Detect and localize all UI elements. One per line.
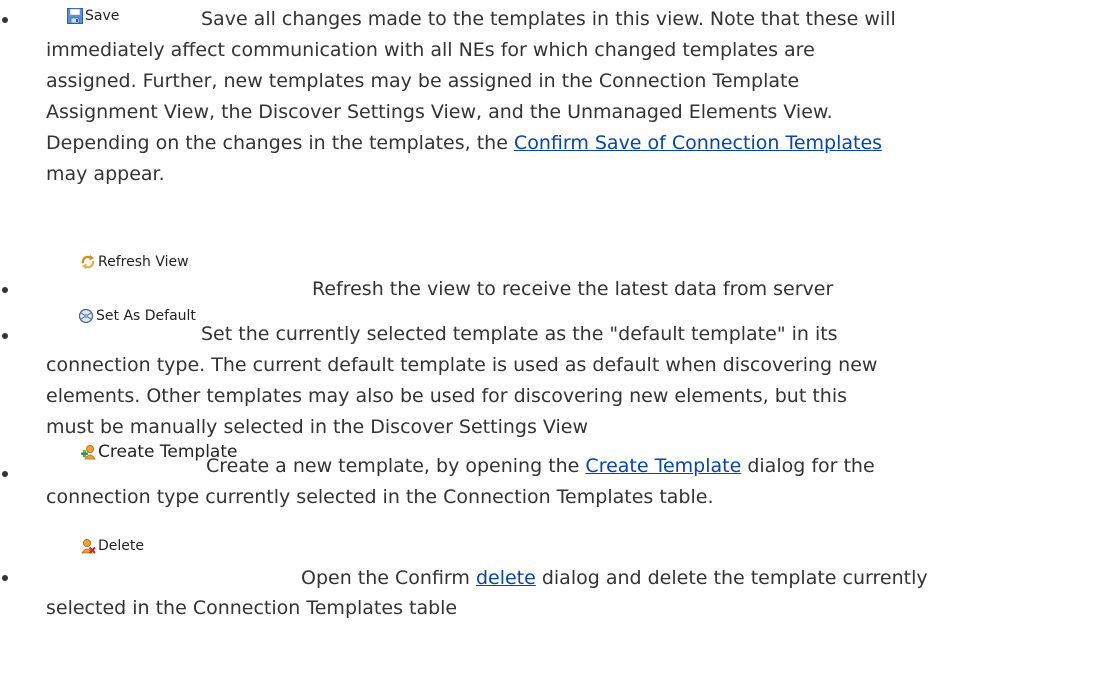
text-line: Depending on the changes in the template… — [46, 128, 1106, 159]
refresh-tool: Refresh View — [80, 252, 189, 272]
refresh-description: Refresh the view to receive the latest d… — [312, 278, 834, 300]
bullet — [2, 333, 8, 339]
text-span: dialog and delete the template currently — [535, 567, 928, 589]
delete-template-icon — [81, 539, 96, 554]
bullet — [2, 575, 8, 581]
set-default-label: Set As Default — [96, 308, 196, 324]
set-default-tool: Set As Default — [78, 306, 196, 326]
delete-description-rest: selected in the Connection Templates tab… — [46, 593, 1106, 624]
text-span: Create a new template, by opening the — [206, 455, 586, 477]
create-template-description-first-line: Create a new template, by opening the Cr… — [206, 451, 875, 482]
refresh-label: Refresh View — [98, 254, 189, 270]
refresh-arrows-icon — [81, 255, 95, 269]
bullet — [2, 287, 8, 293]
text-line: immediately affect communication with al… — [46, 39, 815, 61]
text-line: connection type currently selected in th… — [46, 486, 714, 508]
delete-tool: Delete — [80, 536, 144, 556]
text-line: elements. Other templates may also be us… — [46, 385, 847, 407]
text-line: may appear. — [46, 163, 165, 185]
set-default-description-first-line: Set the currently selected template as t… — [201, 323, 838, 345]
bullet — [2, 471, 8, 477]
create-template-link[interactable]: Create Template — [585, 455, 741, 477]
delete-label: Delete — [98, 538, 144, 554]
delete-link[interactable]: delete — [476, 567, 536, 589]
save-description-rest: immediately affect communication with al… — [46, 35, 1106, 190]
create-template-description-rest: connection type currently selected in th… — [46, 482, 1106, 513]
text-span: Open the Confirm — [301, 567, 476, 589]
bullet — [2, 17, 8, 23]
confirm-save-link[interactable]: Confirm Save of Connection Templates — [514, 132, 882, 154]
save-tool: Save — [67, 6, 119, 26]
save-label: Save — [85, 8, 120, 24]
text-line: connection type. The current default tem… — [46, 354, 878, 376]
text-line: must be manually selected in the Discove… — [46, 416, 588, 438]
set-default-description-rest: connection type. The current default tem… — [46, 350, 1106, 443]
floppy-disk-icon — [67, 8, 83, 24]
text-span: dialog for the — [741, 455, 875, 477]
text-line: assigned. Further, new templates may be … — [46, 70, 800, 92]
text-span: Depending on the changes in the template… — [46, 132, 514, 154]
default-globe-icon — [78, 308, 94, 324]
text-line: selected in the Connection Templates tab… — [46, 597, 458, 619]
delete-description-first-line: Open the Confirm delete dialog and delet… — [301, 563, 928, 594]
text-line: Assignment View, the Discover Settings V… — [46, 101, 833, 123]
create-template-icon — [81, 445, 96, 460]
save-description-first-line: Save all changes made to the templates i… — [201, 8, 896, 30]
